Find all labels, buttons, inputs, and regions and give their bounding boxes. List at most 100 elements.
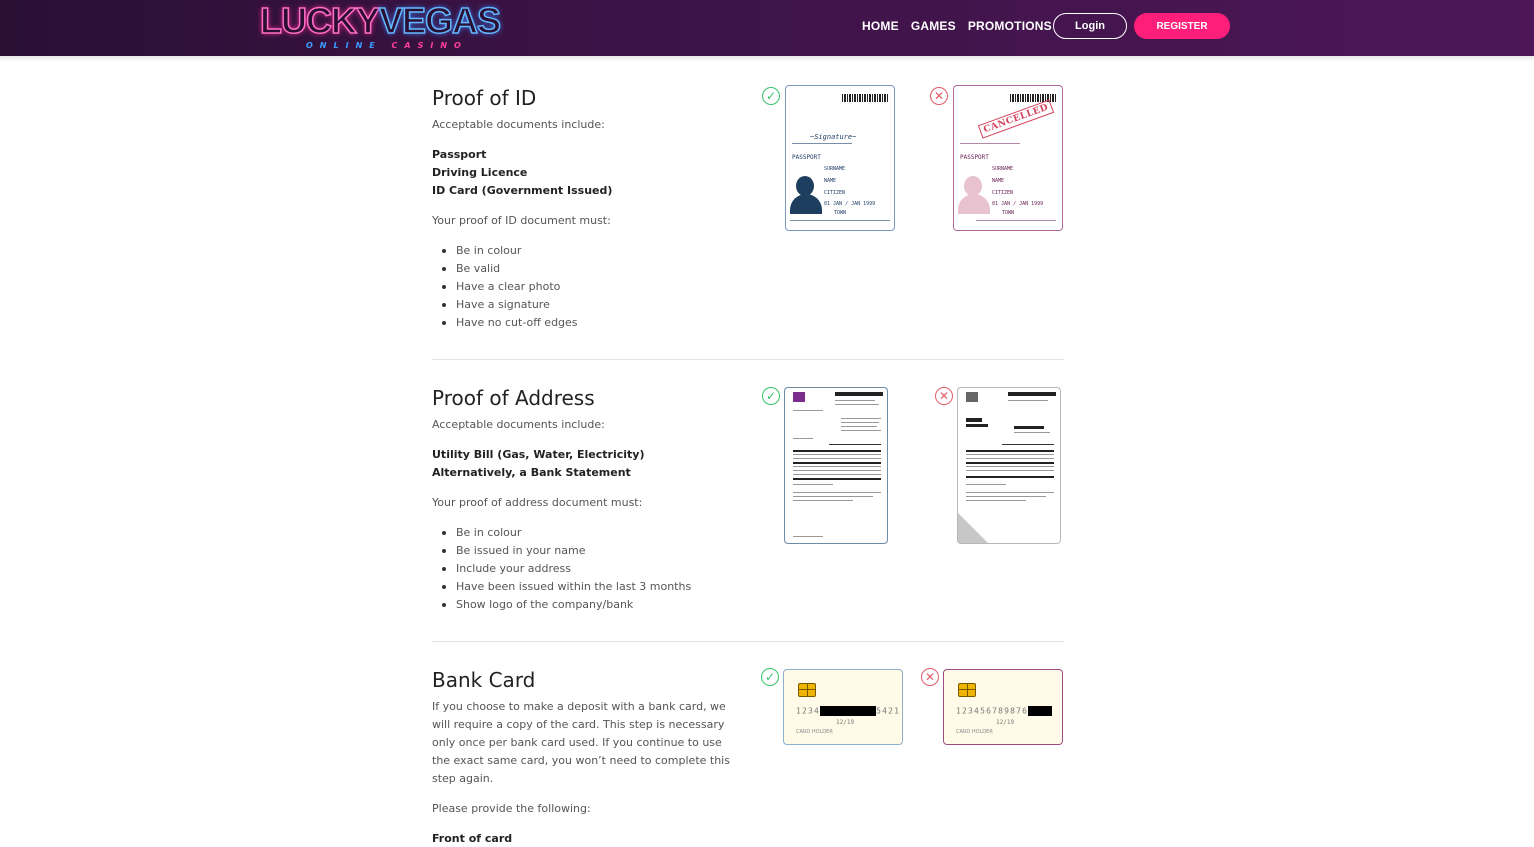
cross-circle-icon: ✕ xyxy=(921,668,939,686)
bill-line xyxy=(793,536,823,537)
requirement-item: Be issued in your name xyxy=(442,542,1064,560)
cross-circle-icon: ✕ xyxy=(930,87,948,105)
requirement-item: Have been issued within the last 3 month… xyxy=(442,578,1064,596)
photo-body xyxy=(790,194,822,214)
logo-sub-online: ONLINE xyxy=(306,41,382,50)
cancelled-stamp: CANCELLED xyxy=(977,99,1055,139)
card-expiry: 12/19 xyxy=(836,719,855,726)
pob-value: TOWN xyxy=(1002,210,1015,216)
passport-label: PASSPORT xyxy=(960,154,989,161)
bill-line xyxy=(793,466,881,467)
card-number-end: 5421 xyxy=(876,706,901,716)
bill-line xyxy=(793,470,881,471)
bill-line xyxy=(966,500,1026,501)
bill-table-rule xyxy=(793,462,881,464)
section-divider xyxy=(432,359,1064,360)
company-logo xyxy=(793,392,805,402)
nav-promotions[interactable]: PROMOTIONS xyxy=(968,19,1052,33)
bill-line xyxy=(793,438,813,439)
redacted-details xyxy=(1014,426,1044,429)
invalid-passport-image: CANCELLED PASSPORT SURNAME NAME CITIZEN … xyxy=(953,85,1063,231)
nav-home[interactable]: HOME xyxy=(862,19,899,33)
card-number-visible: 123456789876 xyxy=(956,706,1029,716)
pob-value: TOWN xyxy=(834,210,847,216)
masked-card-number: 1234 5421 xyxy=(796,706,900,716)
requirement-item: Be valid xyxy=(442,260,1064,278)
bill-header-bar xyxy=(1008,392,1056,396)
check-circle-icon: ✓ xyxy=(762,87,780,105)
nav-games[interactable]: GAMES xyxy=(911,19,956,33)
bill-header-bar xyxy=(835,392,883,396)
nationality-value: CITIZEN xyxy=(992,190,1014,196)
redacted-address xyxy=(966,424,988,427)
valid-utility-bill-image xyxy=(784,387,888,544)
valid-passport-image: ~Signature~ PASSPORT SURNAME NAME CITIZE… xyxy=(785,85,895,231)
bill-line xyxy=(793,484,833,485)
nationality-value: CITIZEN xyxy=(824,190,846,196)
proof-of-id-requirements: Be in colour Be valid Have a clear photo… xyxy=(432,242,1064,332)
photo-head xyxy=(964,176,982,196)
bill-line xyxy=(1008,400,1048,401)
bill-line xyxy=(793,454,881,455)
bank-card-required-item: Front of card xyxy=(432,832,513,845)
mrz-line xyxy=(976,220,1056,221)
logo-lucky-text: LUCKY xyxy=(259,0,381,41)
bill-line xyxy=(793,410,823,411)
bill-table-rule xyxy=(793,478,881,480)
folded-corner xyxy=(958,513,988,543)
surname-value: SURNAME xyxy=(824,166,846,172)
bill-line xyxy=(1014,432,1050,433)
bill-line xyxy=(966,470,1054,471)
redacted-name xyxy=(966,418,982,422)
bill-line xyxy=(966,492,1054,493)
name-value: NAME xyxy=(824,178,837,184)
main-nav: HOME GAMES PROMOTIONS xyxy=(862,0,1064,52)
requirement-item: Have a signature xyxy=(442,296,1064,314)
cross-circle-icon: ✕ xyxy=(935,387,953,405)
barcode xyxy=(842,94,888,102)
unmasked-card-number: 123456789876 xyxy=(956,706,1053,716)
logo-vegas-text: VEGAS xyxy=(378,0,502,41)
bill-line xyxy=(841,418,881,419)
passport-label: PASSPORT xyxy=(792,154,821,161)
section-divider xyxy=(432,641,1064,642)
cut-off-corner xyxy=(954,213,971,230)
bill-line xyxy=(841,430,881,431)
invalid-bank-card-image: 123456789876 12/19 CARD HOLDER xyxy=(943,669,1063,745)
bill-line xyxy=(835,404,879,405)
bill-line xyxy=(966,466,1054,467)
signature-line xyxy=(960,143,1020,144)
login-button[interactable]: Login xyxy=(1053,13,1127,39)
surname-value: SURNAME xyxy=(992,166,1014,172)
bank-card-description: If you choose to make a deposit with a b… xyxy=(432,700,730,785)
bill-line xyxy=(793,474,881,475)
company-logo xyxy=(966,392,978,402)
bill-line xyxy=(793,492,881,493)
name-value: NAME xyxy=(992,178,1005,184)
bill-table-rule xyxy=(966,476,1054,478)
bill-line xyxy=(829,444,881,445)
valid-bank-card-image: 1234 5421 12/19 CARD HOLDER xyxy=(783,669,903,745)
signature-scribble: ~Signature~ xyxy=(810,133,857,141)
requirement-item: Have a clear photo xyxy=(442,278,1064,296)
bill-line xyxy=(841,426,877,427)
requirement-item: Show logo of the company/bank xyxy=(442,596,1064,614)
bill-table-rule xyxy=(966,462,1054,464)
lucky-vegas-logo[interactable]: LUCKYVEGAS ONLINE CASINO xyxy=(259,0,502,56)
register-button[interactable]: REGISTER xyxy=(1134,13,1230,39)
photo-body xyxy=(958,194,990,214)
redacted-digits xyxy=(1028,706,1053,716)
top-navigation-bar: LUCKYVEGAS ONLINE CASINO HOME GAMES PROM… xyxy=(0,0,1534,56)
bill-line xyxy=(793,496,873,497)
bill-line xyxy=(1002,444,1054,445)
check-circle-icon: ✓ xyxy=(762,387,780,405)
card-holder: CARD HOLDER xyxy=(956,729,993,735)
dob-value: 01 JAN / JAN 1999 xyxy=(824,201,876,207)
bill-line xyxy=(835,400,875,401)
requirement-item: Be in colour xyxy=(442,242,1064,260)
card-expiry: 12/19 xyxy=(996,719,1015,726)
bill-line xyxy=(793,500,853,501)
bill-line xyxy=(966,458,1054,459)
logo-subtitle: ONLINE CASINO xyxy=(306,41,468,50)
bill-line xyxy=(966,484,1006,485)
